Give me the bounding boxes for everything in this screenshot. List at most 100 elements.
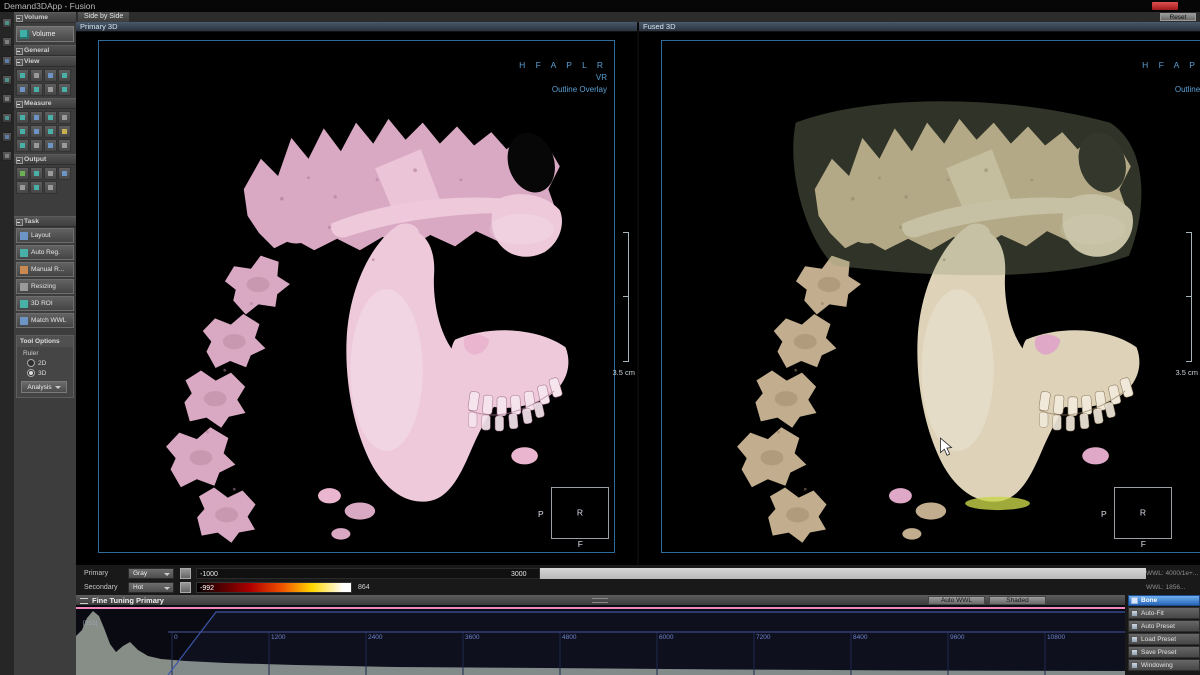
windowing-icon[interactable] — [30, 83, 43, 96]
secondary-lut-dropdown[interactable]: Hot — [128, 582, 174, 593]
section-header-view[interactable]: View — [14, 56, 76, 67]
secondary-min-value: -992 — [200, 585, 214, 592]
load-preset-button[interactable]: Load Preset — [1128, 633, 1200, 645]
task-manual-reg-button[interactable]: Manual R... — [16, 262, 74, 277]
analysis-button[interactable]: Analysis — [21, 381, 67, 393]
primary-max-value: 3000 — [511, 571, 527, 578]
primary-slider-handle[interactable] — [180, 568, 191, 579]
histogram[interactable]: [551] 0 1200 2400 3600 4800 6000 7200 84… — [76, 606, 1125, 675]
snapshot-tool-icon[interactable] — [2, 151, 12, 161]
zoom-icon[interactable] — [44, 69, 57, 82]
secondary-slider-handle[interactable] — [180, 582, 191, 593]
export-icon[interactable] — [44, 181, 57, 194]
scale-label: 3.5 cm — [1175, 368, 1198, 377]
pan-icon[interactable] — [30, 69, 43, 82]
task-layout-button[interactable]: Layout — [16, 228, 74, 243]
task-auto-reg-button[interactable]: Auto Reg. — [16, 245, 74, 260]
ruler-icon[interactable] — [16, 111, 29, 124]
ellipse-roi-icon[interactable] — [30, 125, 43, 138]
radio-row-3d[interactable]: 3D — [17, 368, 73, 378]
record-indicator-button[interactable] — [1152, 2, 1178, 10]
rect-roi-icon[interactable] — [16, 125, 29, 138]
histogram-annotation: [551] — [83, 620, 97, 627]
pointer-icon[interactable] — [16, 69, 29, 82]
section-header-task[interactable]: Task — [14, 216, 76, 227]
orientation-cube[interactable]: R P F — [1114, 487, 1172, 539]
fit-icon[interactable] — [44, 83, 57, 96]
cobb-angle-icon[interactable] — [58, 111, 71, 124]
radio-2d[interactable] — [27, 359, 35, 367]
viewport-fused-body[interactable]: H F A P L R VR Outline Overlay 3.5 cm R … — [639, 32, 1200, 565]
save-preset-label: Save Preset — [1141, 649, 1176, 656]
viewport-primary-header[interactable]: Primary 3D — [76, 22, 637, 32]
volume-button[interactable]: Volume — [16, 26, 74, 42]
section-header-volume[interactable]: Volume — [14, 12, 76, 23]
shaded-button[interactable]: Shaded — [989, 596, 1046, 605]
layout-tool-icon[interactable] — [2, 37, 12, 47]
primary-range-slider[interactable]: -1000 3000 — [196, 568, 1146, 579]
measure-tool-icon[interactable] — [2, 132, 12, 142]
zoom-tool-icon[interactable] — [2, 94, 12, 104]
secondary-hot-gradient-bar[interactable]: -992 — [196, 582, 352, 593]
splitter-handle-icon[interactable] — [592, 598, 608, 603]
cube-letter-f: F — [578, 539, 583, 549]
pointer-tool-icon[interactable] — [2, 56, 12, 66]
task-resizing-button[interactable]: Resizing — [16, 279, 74, 294]
free-roi-icon[interactable] — [44, 125, 57, 138]
reset-view-icon[interactable] — [58, 83, 71, 96]
scale-ruler: 3.5 cm — [609, 232, 631, 382]
section-header-general[interactable]: General — [14, 45, 76, 56]
erase-icon[interactable] — [58, 139, 71, 152]
movie-icon[interactable] — [30, 167, 43, 180]
pan-tool-icon[interactable] — [2, 75, 12, 85]
print-icon[interactable] — [44, 167, 57, 180]
task-resizing-label: Resizing — [31, 283, 56, 290]
windowing-button[interactable]: Windowing — [1128, 659, 1200, 671]
primary-range-remainder[interactable] — [540, 568, 1146, 579]
profile-icon[interactable] — [44, 139, 57, 152]
auto-preset-button[interactable]: Auto Preset — [1128, 620, 1200, 632]
render-mode-label: VR — [1142, 73, 1200, 82]
snapshot-icon[interactable] — [16, 167, 29, 180]
copy-icon[interactable] — [16, 181, 29, 194]
primary-lut-dropdown[interactable]: Gray — [128, 568, 174, 579]
orientation-letters: H F A P L R — [519, 60, 607, 70]
fine-tuning-title: Fine Tuning Primary — [92, 596, 164, 605]
radio-row-2d[interactable]: 2D — [17, 358, 73, 368]
magnifier-icon[interactable] — [58, 69, 71, 82]
radio-3d[interactable] — [27, 369, 35, 377]
axis-tick: 2400 — [368, 634, 382, 641]
windowing-label: Windowing — [1141, 662, 1173, 669]
section-header-measure[interactable]: Measure — [14, 98, 76, 109]
panel-menu-icon[interactable] — [80, 598, 88, 604]
task-match-wwl-button[interactable]: Match WWL — [16, 313, 74, 328]
volume-tool-icon[interactable] — [2, 18, 12, 28]
save-preset-button[interactable]: Save Preset — [1128, 646, 1200, 658]
rotate-tool-icon[interactable] — [2, 113, 12, 123]
tab-side-by-side[interactable]: Side by Side — [78, 12, 129, 22]
primary-window-segment[interactable]: -1000 3000 — [196, 568, 540, 579]
arrow-icon[interactable] — [16, 139, 29, 152]
viewport-primary-body[interactable]: H F A P L R VR Outline Overlay 3.5 cm R … — [76, 32, 637, 565]
text-icon[interactable] — [30, 139, 43, 152]
auto-wwl-button[interactable]: Auto WWL — [928, 596, 985, 605]
section-header-output[interactable]: Output — [14, 154, 76, 165]
angle-icon[interactable] — [44, 111, 57, 124]
axis-tick: 4800 — [562, 634, 576, 641]
auto-fit-button[interactable]: Auto-Fit — [1128, 607, 1200, 619]
analysis-label: Analysis — [27, 384, 51, 391]
report-icon[interactable] — [30, 181, 43, 194]
render-mode-label: VR — [519, 73, 607, 82]
fine-tuning-header[interactable]: Fine Tuning Primary Auto WWL Shaded — [76, 595, 1125, 606]
reset-button[interactable]: Reset — [1160, 13, 1196, 21]
point-icon[interactable] — [58, 125, 71, 138]
outline-overlay-label: Outline Overlay — [1142, 85, 1200, 94]
viewport-fused-header[interactable]: Fused 3D — [639, 22, 1200, 32]
save-icon[interactable] — [58, 167, 71, 180]
bone-preset-button[interactable]: Bone — [1128, 595, 1200, 606]
task-3d-roi-button[interactable]: 3D ROI — [16, 296, 74, 311]
polyline-icon[interactable] — [30, 111, 43, 124]
rotate-icon[interactable] — [16, 83, 29, 96]
scale-ruler: 3.5 cm — [1172, 232, 1194, 382]
orientation-cube[interactable]: R P F — [551, 487, 609, 539]
